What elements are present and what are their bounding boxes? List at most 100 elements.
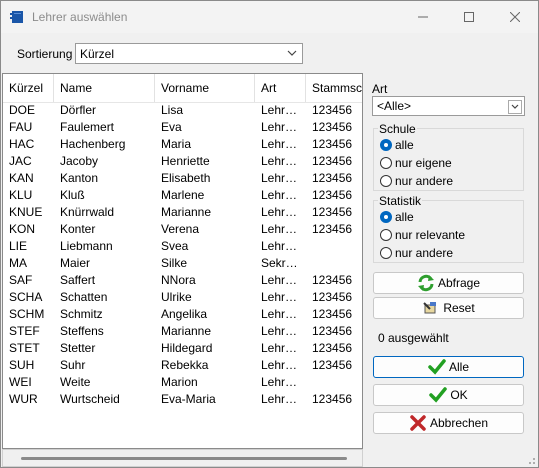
table-row[interactable]: KAN Kanton Elisabeth Lehr… 123456 [3, 170, 362, 187]
cell-stammschule: 123456 [312, 358, 353, 372]
reset-label: Reset [443, 301, 475, 315]
radio-statistik-alle[interactable]: alle [380, 209, 414, 225]
cell-name: Jacoby [60, 154, 99, 168]
cell-kuerzel: LIE [9, 239, 28, 253]
cell-vorname: Maria [161, 137, 192, 151]
column-header-kuerzel[interactable]: Kürzel [3, 74, 54, 102]
table-row[interactable]: KLU Kluß Marlene Lehr… 123456 [3, 187, 362, 204]
horizontal-scrollbar[interactable] [2, 449, 363, 467]
cell-stammschule: 123456 [312, 290, 353, 304]
table-row[interactable]: WEI Weite Marion Lehr… [3, 374, 362, 391]
cell-kuerzel: KON [9, 222, 36, 236]
cell-vorname: Henriette [161, 154, 210, 168]
table-row[interactable]: STET Stetter Hildegard Lehr… 123456 [3, 340, 362, 357]
abbrechen-button[interactable]: Abbrechen [373, 412, 524, 434]
table-row[interactable]: LIE Liebmann Svea Lehr… [3, 238, 362, 255]
column-header-stammschule[interactable]: Stammschule [306, 74, 362, 102]
cell-art: Lehr… [261, 341, 298, 355]
table-row[interactable]: SUH Suhr Rebekka Lehr… 123456 [3, 357, 362, 374]
column-header-art[interactable]: Art [255, 74, 306, 102]
radio-schule-alle[interactable]: alle [380, 137, 414, 153]
chevron-down-icon [508, 100, 522, 114]
cell-vorname: Eva [161, 120, 182, 134]
radio-label: nur relevante [395, 228, 466, 242]
cell-kuerzel: SCHM [9, 307, 45, 321]
radio-schule-nur-eigene[interactable]: nur eigene [380, 155, 452, 171]
art-select[interactable]: <Alle> [372, 96, 525, 116]
cell-kuerzel: SAF [9, 273, 33, 287]
column-header-vorname[interactable]: Vorname [155, 74, 255, 102]
teacher-list[interactable]: Kürzel Name Vorname Art Stammschule DOED… [2, 73, 363, 449]
cell-kuerzel: WUR [9, 392, 38, 406]
table-row[interactable]: KNUE Knürrwald Marianne Lehr… 123456 [3, 204, 362, 221]
table-row[interactable]: KON Konter Verena Lehr… 123456 [3, 221, 362, 238]
radio-schule-nur-andere[interactable]: nur andere [380, 173, 453, 189]
statistik-group-title: Statistik [378, 194, 423, 208]
radio-label: nur eigene [395, 156, 452, 170]
close-button[interactable] [492, 1, 538, 33]
resize-grip-icon[interactable] [526, 455, 536, 465]
table-row[interactable]: DOE Dörfler Lisa Lehr… 123456 [3, 102, 362, 119]
cell-vorname: Eva-Maria [161, 392, 216, 406]
cell-name: Wurtscheid [60, 392, 120, 406]
cell-vorname: Rebekka [161, 358, 209, 372]
radio-indicator [380, 139, 392, 151]
cell-name: Schatten [60, 290, 108, 304]
cell-kuerzel: STET [9, 341, 40, 355]
ok-label: OK [450, 388, 468, 402]
sort-select[interactable]: Kürzel [75, 43, 303, 64]
table-row[interactable]: FAU Faulemert Eva Lehr… 123456 [3, 119, 362, 136]
cell-name: Hachenberg [60, 137, 126, 151]
maximize-icon [464, 12, 474, 22]
table-row[interactable]: SCHM Schmitz Angelika Lehr… 123456 [3, 306, 362, 323]
cell-art: Lehr… [261, 290, 298, 304]
table-row[interactable]: SCHA Schatten Ulrike Lehr… 123456 [3, 289, 362, 306]
table-header: Kürzel Name Vorname Art Stammschule [3, 74, 362, 103]
cell-kuerzel: HAC [9, 137, 35, 151]
alle-label: Alle [448, 360, 469, 374]
cell-kuerzel: KNUE [9, 205, 43, 219]
table-row[interactable]: SAF Saffert NNora Lehr… 123456 [3, 272, 362, 289]
cell-kuerzel: SUH [9, 358, 35, 372]
schule-group-title: Schule [378, 122, 417, 136]
scrollbar-thumb[interactable] [21, 457, 347, 460]
table-row[interactable]: HAC Hachenberg Maria Lehr… 123456 [3, 136, 362, 153]
maximize-button[interactable] [446, 1, 492, 33]
table-row[interactable]: WUR Wurtscheid Eva-Maria Lehr… 123456 [3, 391, 362, 408]
cell-stammschule: 123456 [312, 205, 353, 219]
cell-stammschule [306, 374, 362, 391]
art-label: Art [372, 82, 388, 96]
cell-art: Lehr… [261, 222, 298, 236]
cell-stammschule: 123456 [312, 103, 353, 117]
radio-statistik-nur-relevante[interactable]: nur relevante [380, 227, 465, 243]
minimize-button[interactable] [400, 1, 446, 33]
abfrage-button[interactable]: Abfrage [373, 272, 524, 294]
selection-count: 0 ausgewählt [378, 331, 449, 345]
cell-stammschule: 123456 [312, 273, 353, 287]
cell-vorname: Elisabeth [161, 171, 211, 185]
table-row[interactable]: MA Maier Silke Sekr… [3, 255, 362, 272]
art-select-value: <Alle> [377, 99, 412, 113]
table-row[interactable]: JAC Jacoby Henriette Lehr… 123456 [3, 153, 362, 170]
cell-name: Stetter [60, 341, 96, 355]
cell-vorname: Angelika [161, 307, 208, 321]
cell-kuerzel: SCHA [9, 290, 43, 304]
cell-art: Lehr… [261, 273, 298, 287]
cell-art: Lehr… [261, 375, 298, 389]
alle-button[interactable]: Alle [373, 356, 524, 378]
ok-button[interactable]: OK [373, 384, 524, 406]
abbrechen-label: Abbrechen [429, 416, 489, 430]
reset-button[interactable]: Reset [373, 297, 524, 319]
cell-art: Lehr… [261, 205, 298, 219]
cell-name: Weite [60, 375, 91, 389]
cell-art: Lehr… [261, 171, 298, 185]
cell-name: Faulemert [60, 120, 115, 134]
column-header-name[interactable]: Name [54, 74, 155, 102]
table-row[interactable]: STEF Steffens Marianne Lehr… 123456 [3, 323, 362, 340]
cell-name: Knürrwald [60, 205, 115, 219]
cell-stammschule: 123456 [312, 392, 353, 406]
radio-statistik-nur-andere[interactable]: nur andere [380, 245, 453, 261]
cell-art: Lehr… [261, 103, 298, 117]
sort-label: Sortierung [17, 47, 73, 61]
cell-kuerzel: KAN [9, 171, 34, 185]
